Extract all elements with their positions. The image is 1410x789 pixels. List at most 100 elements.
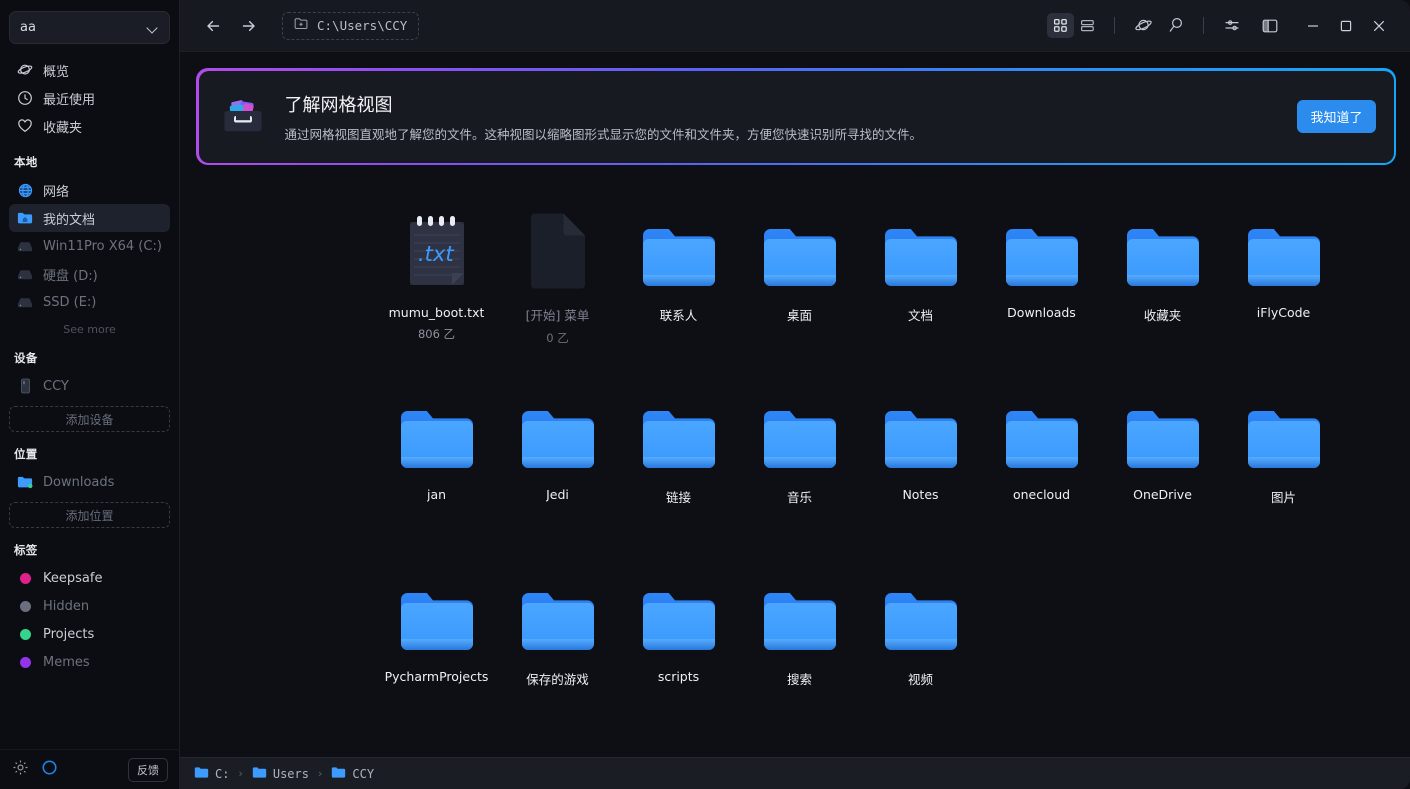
- file-grid-item[interactable]: scripts: [618, 555, 739, 737]
- circle-progress-icon[interactable]: [41, 759, 58, 780]
- list-view-icon[interactable]: [1074, 13, 1101, 38]
- minimize-icon[interactable]: [1297, 11, 1328, 41]
- drive-icon: [17, 238, 33, 254]
- file-grid-item[interactable]: 收藏夹: [1102, 191, 1223, 373]
- grid-view-banner: 了解网格视图 通过网格视图直观地了解您的文件。这种视图以缩略图形式显示您的文件和…: [196, 68, 1396, 165]
- file-name-label: scripts: [657, 669, 700, 684]
- file-grid-item[interactable]: PycharmProjects: [376, 555, 497, 737]
- banner-description: 通过网格视图直观地了解您的文件。这种视图以缩略图形式显示您的文件和文件夹，方便您…: [284, 126, 923, 142]
- file-grid-item[interactable]: jan: [376, 373, 497, 555]
- file-name-label: 收藏夹: [1143, 308, 1182, 323]
- phone-icon: [17, 378, 33, 394]
- sliders-icon[interactable]: [1217, 11, 1247, 41]
- sidebar-section-local: 本地: [14, 155, 38, 169]
- sidebar-item-label: 收藏夹: [43, 120, 83, 136]
- sidebar-item-drive-c[interactable]: Win11Pro X64 (C:): [9, 232, 170, 260]
- file-grid-item[interactable]: Jedi: [497, 373, 618, 555]
- sidebar-section-devices: 设备: [14, 351, 38, 365]
- sidebar-panel-icon[interactable]: [1255, 11, 1285, 41]
- sidebar-item-recent[interactable]: 最近使用: [9, 84, 170, 112]
- breadcrumb-item[interactable]: CCY: [331, 764, 374, 783]
- gear-icon[interactable]: [12, 759, 29, 780]
- sidebar-item-drive-d[interactable]: 硬盘 (D:): [9, 260, 170, 288]
- file-grid-item[interactable]: 保存的游戏: [497, 555, 618, 737]
- arrow-left-icon[interactable]: [198, 11, 228, 41]
- sidebar-tag-hidden[interactable]: Hidden: [9, 592, 170, 620]
- see-more-link[interactable]: See more: [0, 316, 179, 336]
- file-grid-item[interactable]: Notes: [860, 373, 981, 555]
- file-name-label: 图片: [1270, 490, 1296, 505]
- path-input[interactable]: C:\Users\CCY: [282, 11, 420, 40]
- file-grid-item[interactable]: iFlyCode: [1223, 191, 1344, 373]
- sidebar-item-favorites[interactable]: 收藏夹: [9, 112, 170, 140]
- file-manager-window: aa 概览 最近使用 收藏夹 本地 网络 我的文档 Win11Pro X64 (…: [0, 0, 1410, 789]
- chevron-down-icon: [147, 22, 159, 34]
- sidebar-item-device-ccy[interactable]: CCY: [9, 372, 170, 400]
- toolbar-divider: [1203, 17, 1204, 34]
- add-device-button[interactable]: 添加设备: [9, 406, 170, 432]
- file-grid-item[interactable]: Downloads: [981, 191, 1102, 373]
- tag-color-dot-icon: [17, 654, 33, 670]
- account-selector[interactable]: aa: [9, 11, 170, 44]
- sidebar-tag-keepsafe[interactable]: Keepsafe: [9, 564, 170, 592]
- breadcrumb-item[interactable]: Users: [252, 764, 309, 783]
- tag-color-dot-icon: [17, 626, 33, 642]
- file-grid-item[interactable]: 搜索: [739, 555, 860, 737]
- add-place-button[interactable]: 添加位置: [9, 502, 170, 528]
- account-name: aa: [20, 20, 36, 35]
- sidebar-tag-projects[interactable]: Projects: [9, 620, 170, 648]
- file-name-label: 视频: [907, 672, 933, 687]
- folder-icon: [398, 373, 476, 473]
- file-grid-item[interactable]: 桌面: [739, 191, 860, 373]
- file-grid-item[interactable]: 图片: [1223, 373, 1344, 555]
- file-grid-item[interactable]: 音乐: [739, 373, 860, 555]
- sidebar-item-network[interactable]: 网络: [9, 176, 170, 204]
- sidebar-item-drive-e[interactable]: SSD (E:): [9, 288, 170, 316]
- file-name-label: Jedi: [546, 487, 569, 502]
- folder-icon: [761, 191, 839, 291]
- file-grid-item[interactable]: [开始] 菜单 0 乙: [497, 191, 618, 373]
- folder-icon: [1245, 191, 1323, 291]
- folder-home-icon: [17, 210, 33, 226]
- close-icon[interactable]: [1363, 11, 1394, 41]
- file-grid-item[interactable]: onecloud: [981, 373, 1102, 555]
- file-name-label: 联系人: [659, 308, 698, 323]
- file-grid-item[interactable]: 文档: [860, 191, 981, 373]
- breadcrumb-label: C:: [215, 766, 230, 781]
- drive-icon: [17, 294, 33, 310]
- file-name-label: jan: [426, 487, 447, 502]
- arrow-right-icon[interactable]: [234, 11, 264, 41]
- drive-icon: [17, 266, 33, 282]
- sidebar-item-my-documents[interactable]: 我的文档: [9, 204, 170, 232]
- search-icon[interactable]: [1160, 11, 1190, 41]
- folder-icon: [640, 555, 718, 655]
- file-grid-item[interactable]: 联系人: [618, 191, 739, 373]
- file-grid-item[interactable]: OneDrive: [1102, 373, 1223, 555]
- sidebar-item-overview[interactable]: 概览: [9, 56, 170, 84]
- folder-icon: [194, 764, 209, 783]
- grid-view-icon[interactable]: [1047, 13, 1074, 38]
- sidebar-item-label: 最近使用: [43, 92, 96, 108]
- clock-icon: [17, 90, 33, 106]
- file-grid-item[interactable]: 链接: [618, 373, 739, 555]
- folder-icon: [882, 555, 960, 655]
- maximize-icon[interactable]: [1330, 11, 1361, 41]
- feedback-button[interactable]: 反馈: [128, 757, 168, 782]
- content-area: 了解网格视图 通过网格视图直观地了解您的文件。这种视图以缩略图形式显示您的文件和…: [180, 52, 1410, 757]
- file-grid-item[interactable]: .txt mumu_boot.txt 806 乙: [376, 191, 497, 373]
- sidebar-item-label: Downloads: [43, 474, 115, 490]
- planet-icon[interactable]: [1128, 11, 1158, 41]
- banner-dismiss-button[interactable]: 我知道了: [1297, 100, 1376, 133]
- toolbar: C:\Users\CCY: [180, 0, 1410, 52]
- sidebar-item-label: 网络: [43, 184, 70, 200]
- sidebar-item-label: CCY: [43, 378, 69, 394]
- file-grid-item[interactable]: 视频: [860, 555, 981, 737]
- sidebar-item-label: 我的文档: [43, 212, 96, 228]
- breadcrumb-item[interactable]: C:: [194, 764, 229, 783]
- sidebar-footer: 反馈: [0, 749, 180, 789]
- main-area: C:\Users\CCY 了解网格视图 通过网格视图直观地了解您的文件。这种视图…: [180, 0, 1410, 789]
- file-name-label: 音乐: [786, 490, 812, 505]
- sidebar-item-place-downloads[interactable]: Downloads: [9, 468, 170, 496]
- sidebar-tag-memes[interactable]: Memes: [9, 648, 170, 676]
- sidebar-section-places: 位置: [14, 447, 38, 461]
